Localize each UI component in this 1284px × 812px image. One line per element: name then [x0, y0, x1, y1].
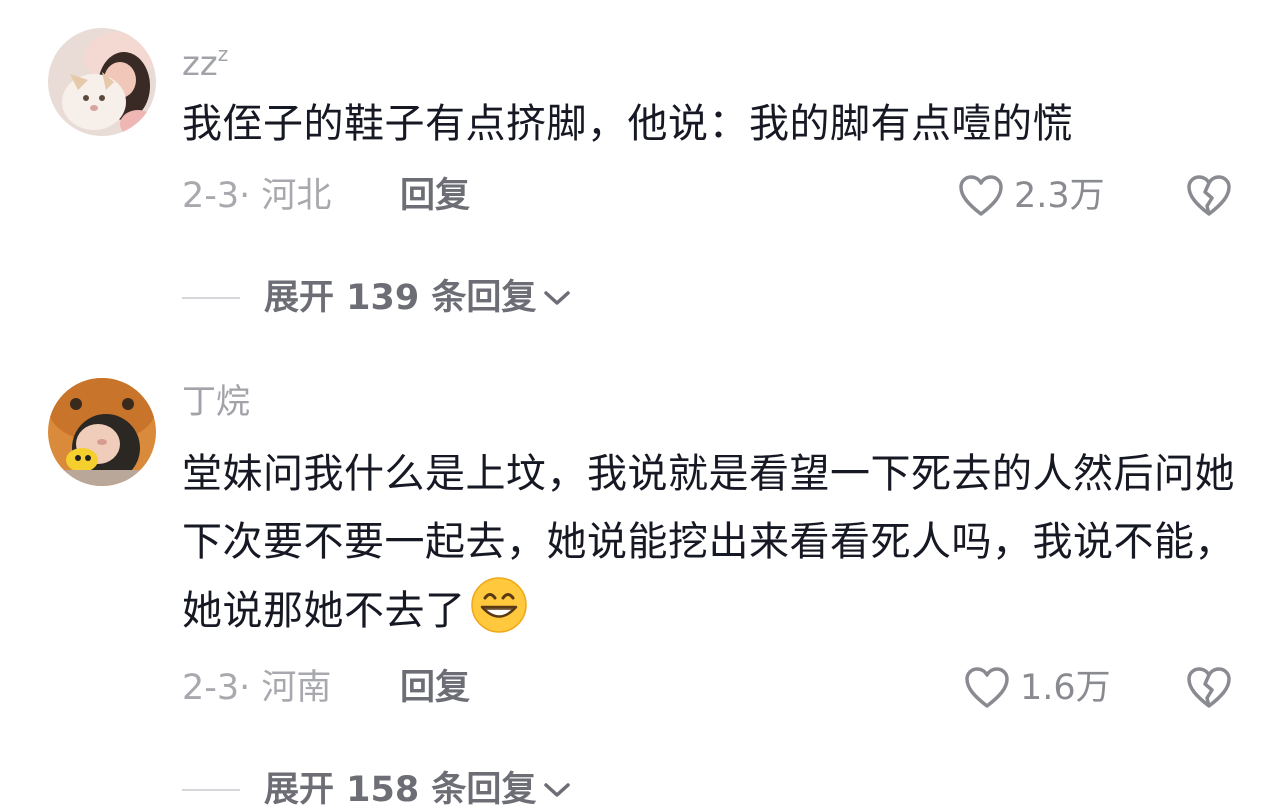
cat-avatar-icon: [48, 28, 156, 136]
broken-heart-icon: [1187, 175, 1231, 216]
user-avatar[interactable]: [48, 378, 156, 486]
expand-replies-label: 展开 139 条回复: [264, 278, 537, 318]
expand-replies-label: 展开 158 条回复: [264, 770, 537, 810]
user-avatar[interactable]: [48, 28, 156, 136]
comment-text: 堂妹问我什么是上坟，我说就是看望一下死去的人然后问她下次要不要一起去，她说能挖出…: [182, 440, 1252, 655]
divider-line: [182, 297, 240, 299]
heart-icon: [965, 667, 1009, 708]
dislike-button[interactable]: [1186, 174, 1232, 222]
hooded-child-avatar-icon: [48, 378, 156, 486]
comment-text: 我侄子的鞋子有点挤脚，他说：我的脚有点噎的慌: [182, 101, 1073, 147]
chevron-down-icon: [544, 783, 571, 797]
broken-heart-icon: [1187, 667, 1231, 708]
chevron-down-icon: [544, 291, 571, 305]
comment-date-location: 2-3· 河北: [182, 176, 332, 216]
username[interactable]: 丁烷: [182, 382, 250, 422]
heart-icon: [959, 175, 1003, 216]
divider-line: [182, 789, 240, 791]
expand-replies-button[interactable]: 展开 158 条回复: [182, 768, 572, 812]
reply-button[interactable]: 回复: [400, 666, 470, 710]
like-count: 1.6万: [1020, 668, 1111, 708]
grinning-face-emoji: [470, 576, 528, 655]
comment-date-location: 2-3· 河南: [182, 668, 332, 708]
comment-item: 丁烷 堂妹问我什么是上坟，我说就是看望一下死去的人然后问她下次要不要一起去，她说…: [0, 340, 1284, 810]
dislike-button[interactable]: [1186, 666, 1232, 714]
comment-item: zzz 我侄子的鞋子有点挤脚，他说：我的脚有点噎的慌 2-3· 河北 回复 2.…: [0, 0, 1284, 340]
like-button[interactable]: 1.6万: [964, 666, 1111, 710]
like-count: 2.3万: [1014, 176, 1105, 216]
reply-button[interactable]: 回复: [400, 174, 470, 218]
username[interactable]: zzz: [182, 34, 228, 84]
like-button[interactable]: 2.3万: [958, 174, 1105, 218]
expand-replies-button[interactable]: 展开 139 条回复: [182, 276, 572, 320]
